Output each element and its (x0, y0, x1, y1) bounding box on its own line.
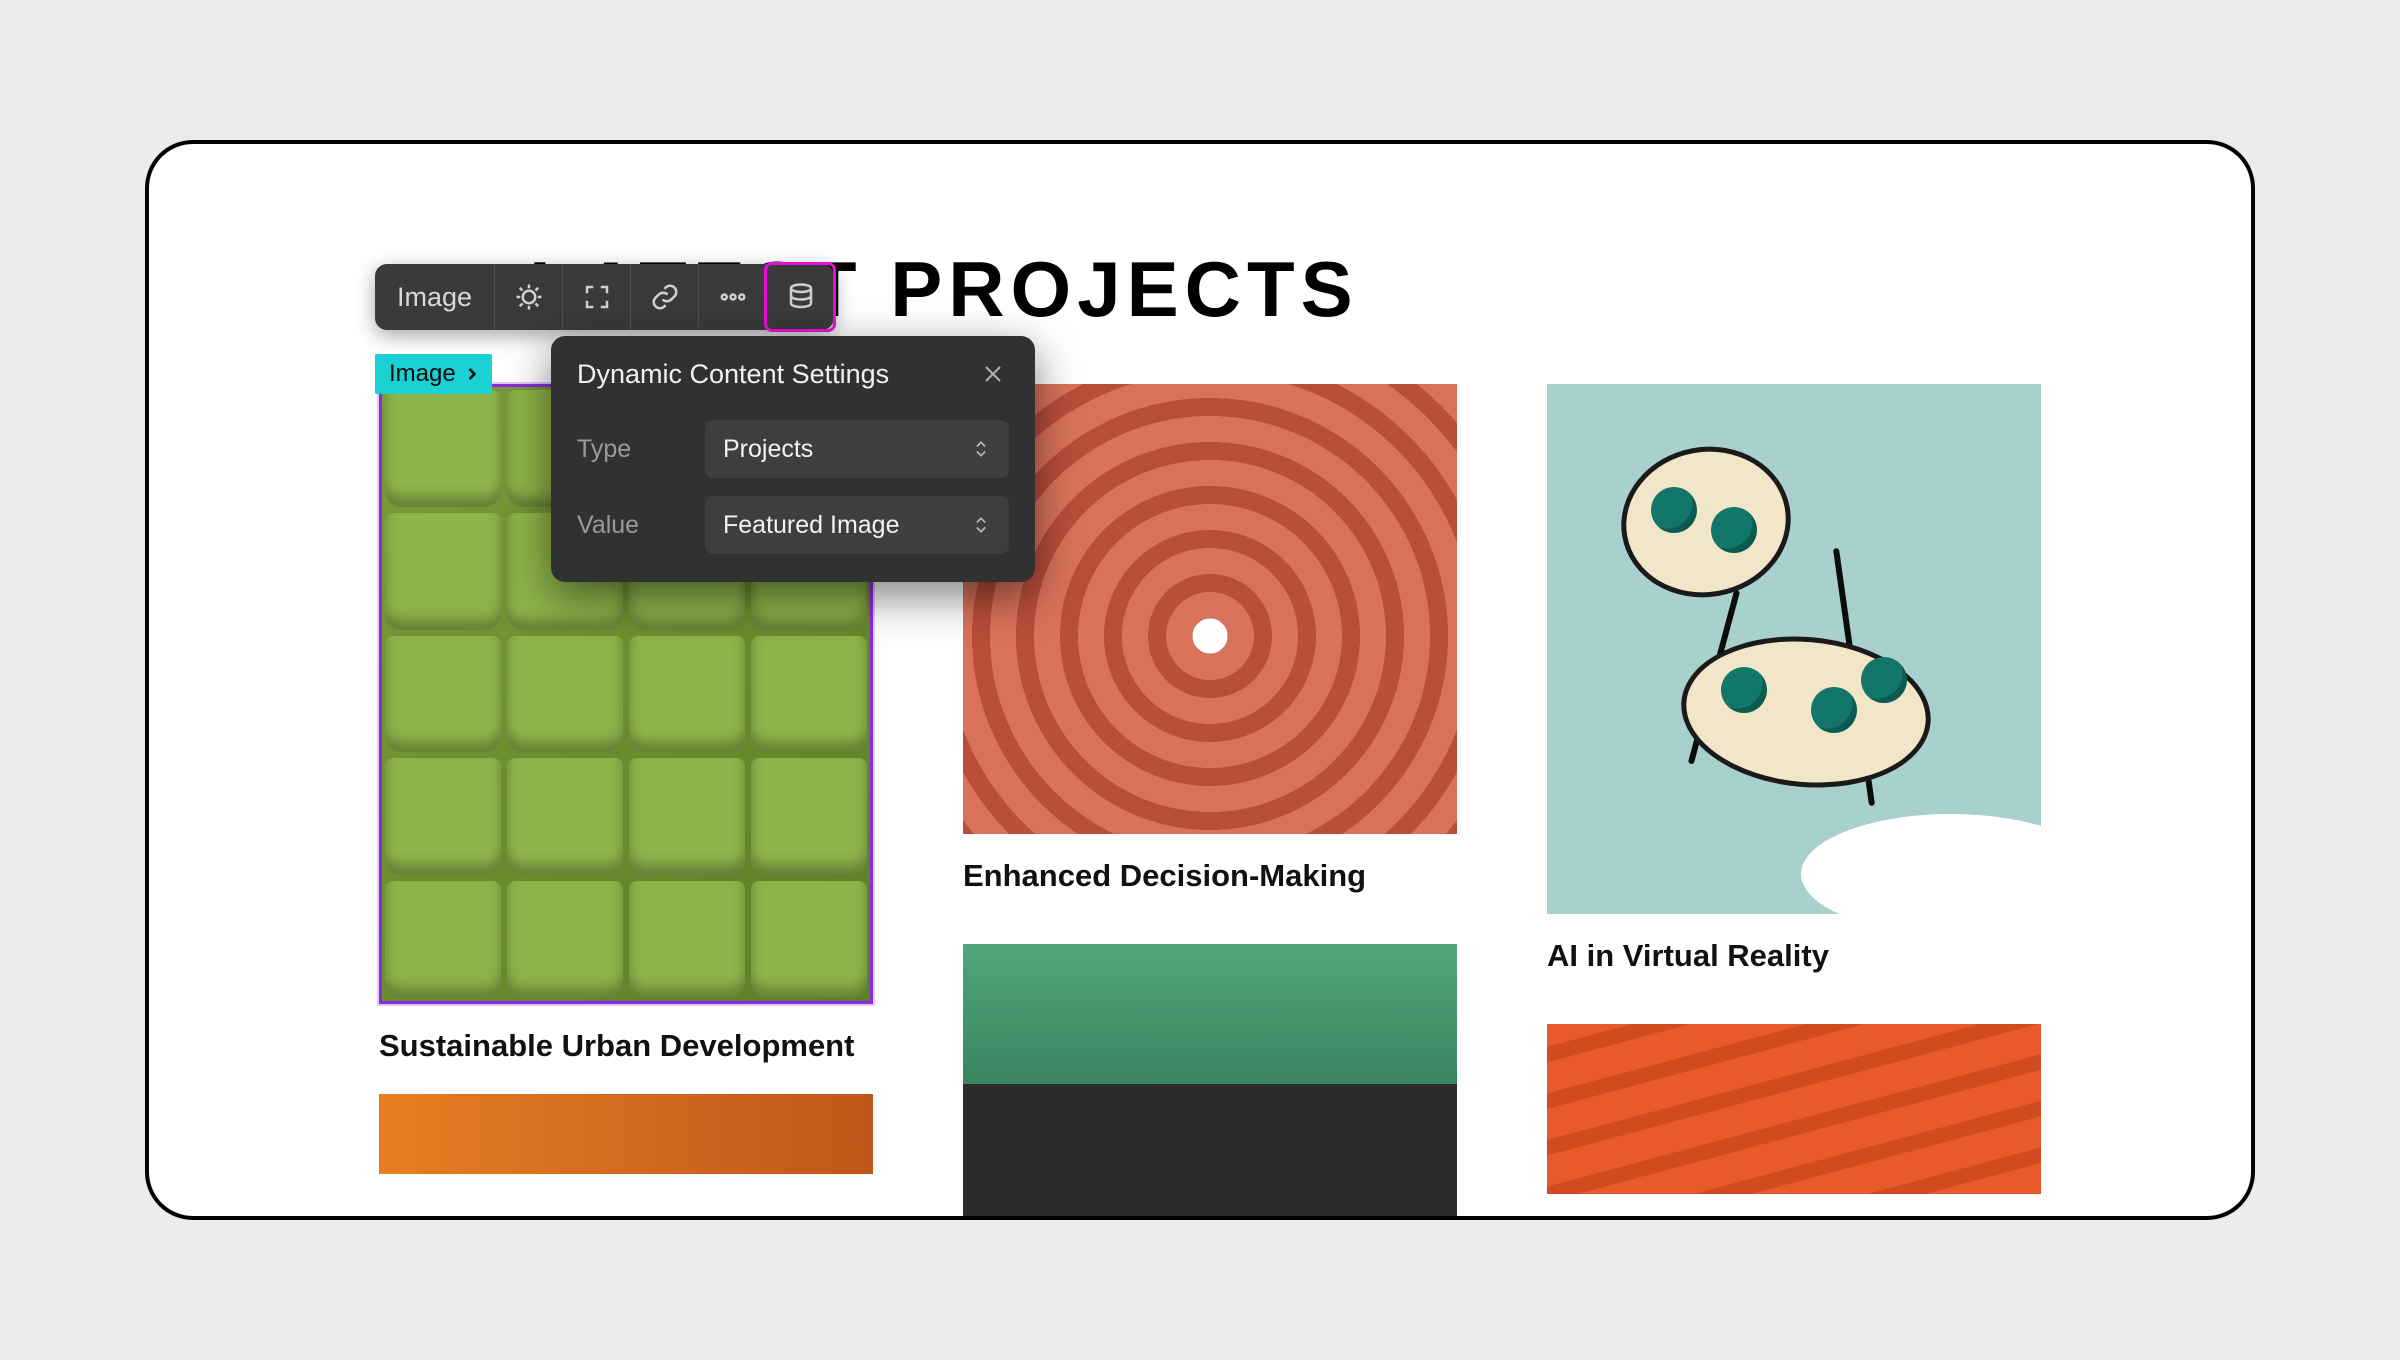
project-image[interactable] (963, 944, 1457, 1220)
projects-col-3: AI in Virtual Reality (1547, 384, 2041, 1194)
type-select[interactable]: Projects (705, 420, 1009, 478)
corridor-art (963, 384, 1457, 834)
chevron-right-icon (462, 364, 482, 384)
more-icon (718, 282, 748, 312)
selection-tag-label: Image (389, 360, 456, 388)
dynamic-content-button[interactable] (766, 264, 834, 330)
row-label: Value (577, 511, 687, 540)
more-button[interactable] (698, 264, 766, 330)
popover-header: Dynamic Content Settings (577, 358, 1009, 390)
select-value: Featured Image (723, 511, 900, 540)
close-icon (981, 362, 1005, 386)
project-card[interactable]: AI in Virtual Reality (1547, 384, 2041, 974)
popover-title: Dynamic Content Settings (577, 359, 889, 390)
chair-art (1621, 437, 1917, 861)
image-toolbar: Image (375, 264, 834, 330)
selection-tag[interactable]: Image (375, 354, 492, 394)
close-button[interactable] (977, 358, 1009, 390)
project-title: Enhanced Decision-Making (963, 858, 1457, 894)
project-card[interactable] (1547, 1024, 2041, 1194)
chevron-up-down-icon (971, 515, 991, 535)
project-card[interactable]: Enhanced Decision-Making (963, 384, 1457, 894)
row-label: Type (577, 435, 687, 464)
link-icon (650, 282, 680, 312)
adjust-button[interactable] (494, 264, 562, 330)
chevron-up-down-icon (971, 439, 991, 459)
adjust-icon (514, 282, 544, 312)
link-button[interactable] (630, 264, 698, 330)
toolbar-label[interactable]: Image (375, 264, 494, 330)
dynamic-content-popover: Dynamic Content Settings Type Projects V… (551, 336, 1035, 582)
project-title: AI in Virtual Reality (1547, 938, 2041, 974)
expand-icon (582, 282, 612, 312)
canvas-content: LATEST PROJECTS Sustainable Urban Develo… (149, 144, 2251, 1216)
select-value: Projects (723, 435, 813, 464)
projects-col-2: Enhanced Decision-Making (963, 384, 1457, 1220)
project-image[interactable] (963, 384, 1457, 834)
popover-row-value: Value Featured Image (577, 496, 1009, 554)
project-title: Sustainable Urban Development (379, 1028, 873, 1064)
popover-row-type: Type Projects (577, 420, 1009, 478)
value-select[interactable]: Featured Image (705, 496, 1009, 554)
app-frame: LATEST PROJECTS Sustainable Urban Develo… (145, 140, 2255, 1220)
database-icon (786, 282, 816, 312)
project-image[interactable] (379, 1094, 873, 1174)
project-image[interactable] (1547, 1024, 2041, 1194)
project-card[interactable] (963, 944, 1457, 1220)
project-image[interactable] (1547, 384, 2041, 914)
project-card[interactable] (379, 1094, 873, 1174)
expand-button[interactable] (562, 264, 630, 330)
